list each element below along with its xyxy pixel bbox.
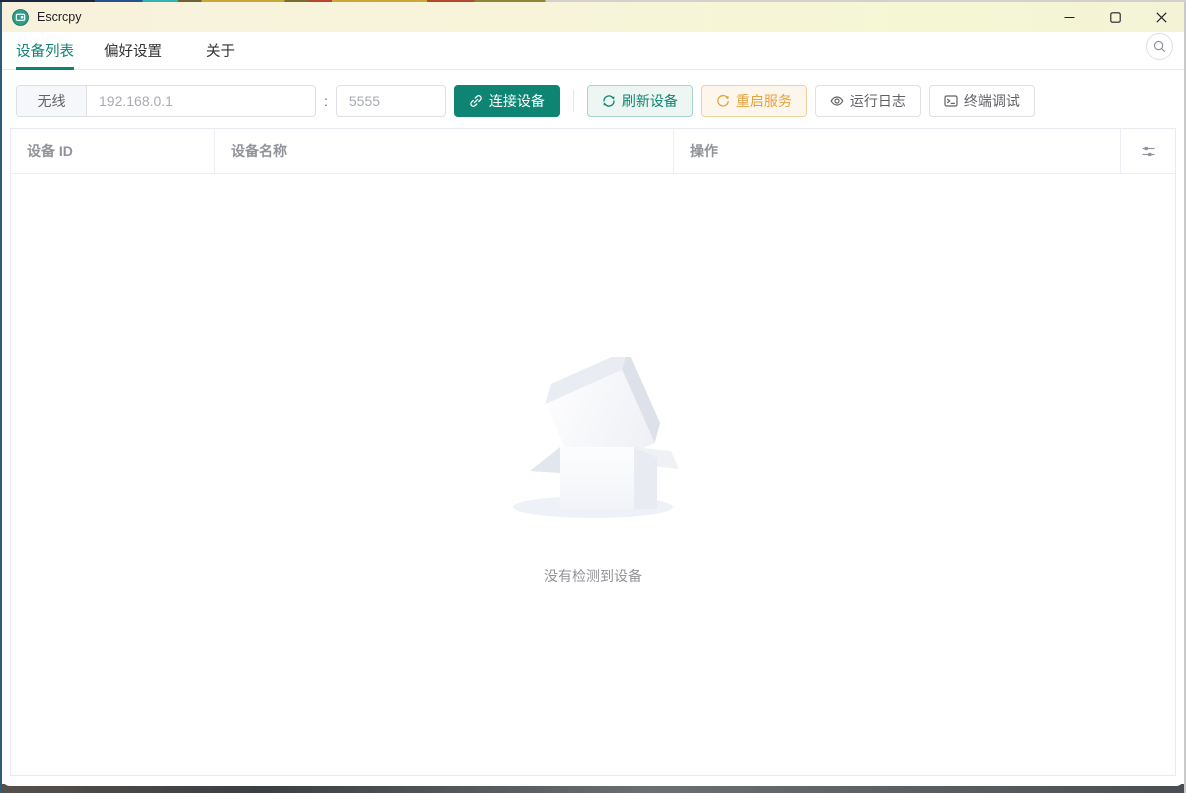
minimize-icon bbox=[1064, 16, 1074, 18]
refresh-devices-label: 刷新设备 bbox=[621, 93, 678, 109]
column-header-actions: 操作 bbox=[674, 129, 1121, 173]
toolbar-divider bbox=[572, 90, 574, 112]
restart-service-button[interactable]: 重启服务 bbox=[700, 85, 807, 117]
minimize-button[interactable] bbox=[1046, 2, 1092, 32]
maximize-icon bbox=[1109, 11, 1121, 23]
terminal-debug-button[interactable]: 终端调试 bbox=[928, 85, 1035, 117]
window-controls bbox=[1046, 2, 1184, 32]
logs-icon bbox=[830, 96, 844, 106]
empty-box-illustration bbox=[513, 357, 678, 518]
window-title: Escrcpy bbox=[37, 10, 82, 24]
connection-toolbar: 无线 : 连接设备 刷新设备 bbox=[16, 85, 1170, 117]
column-header-device-name: 设备名称 bbox=[215, 129, 674, 173]
empty-state-text: 没有检测到设备 bbox=[544, 568, 642, 584]
device-table: 设备 ID 设备名称 操作 没有检测到设备 bbox=[10, 128, 1176, 776]
port-input[interactable] bbox=[335, 85, 446, 117]
tab-device-list-label: 设备列表 bbox=[16, 44, 74, 60]
search-icon bbox=[1153, 40, 1166, 53]
app-icon bbox=[12, 8, 29, 26]
device-table-header: 设备 ID 设备名称 操作 bbox=[11, 129, 1175, 174]
tab-bar: 设备列表 偏好设置 关于 bbox=[2, 32, 1184, 70]
terminal-debug-label: 终端调试 bbox=[963, 93, 1020, 109]
ip-address-input[interactable] bbox=[87, 86, 315, 116]
wireless-address-group: 无线 bbox=[16, 85, 316, 117]
titlebar: Escrcpy bbox=[2, 2, 1184, 32]
tab-preferences-label: 偏好设置 bbox=[104, 44, 162, 60]
column-settings-cell[interactable] bbox=[1121, 129, 1175, 173]
tab-about-label: 关于 bbox=[206, 44, 235, 60]
run-logs-label: 运行日志 bbox=[849, 93, 906, 109]
tab-preferences[interactable]: 偏好设置 bbox=[104, 32, 162, 69]
restart-service-label: 重启服务 bbox=[735, 93, 792, 109]
maximize-button[interactable] bbox=[1092, 2, 1138, 32]
refresh-devices-button[interactable]: 刷新设备 bbox=[586, 85, 693, 117]
escrcpy-window: Escrcpy 设备列表 偏好设置 关于 无线 192.168.0.1: 55… bbox=[2, 2, 1184, 786]
column-settings-icon bbox=[1142, 146, 1154, 156]
run-logs-button[interactable]: 运行日志 bbox=[814, 85, 921, 117]
wireless-label: 无线 bbox=[17, 86, 87, 116]
column-header-device-id: 设备 ID bbox=[11, 129, 215, 173]
close-button[interactable] bbox=[1138, 2, 1184, 32]
search-button[interactable] bbox=[1146, 33, 1173, 60]
port-separator: : bbox=[324, 93, 328, 109]
empty-state: 没有检测到设备 bbox=[11, 357, 1175, 586]
refresh-icon bbox=[603, 95, 615, 107]
connect-device-button[interactable]: 连接设备 bbox=[453, 85, 560, 117]
connect-device-label: 连接设备 bbox=[488, 93, 545, 109]
close-icon bbox=[1155, 11, 1167, 23]
restart-icon bbox=[717, 94, 729, 107]
terminal-icon bbox=[944, 95, 958, 107]
tab-about[interactable]: 关于 bbox=[206, 32, 235, 69]
tab-device-list[interactable]: 设备列表 bbox=[16, 32, 74, 70]
connect-icon bbox=[470, 95, 482, 107]
